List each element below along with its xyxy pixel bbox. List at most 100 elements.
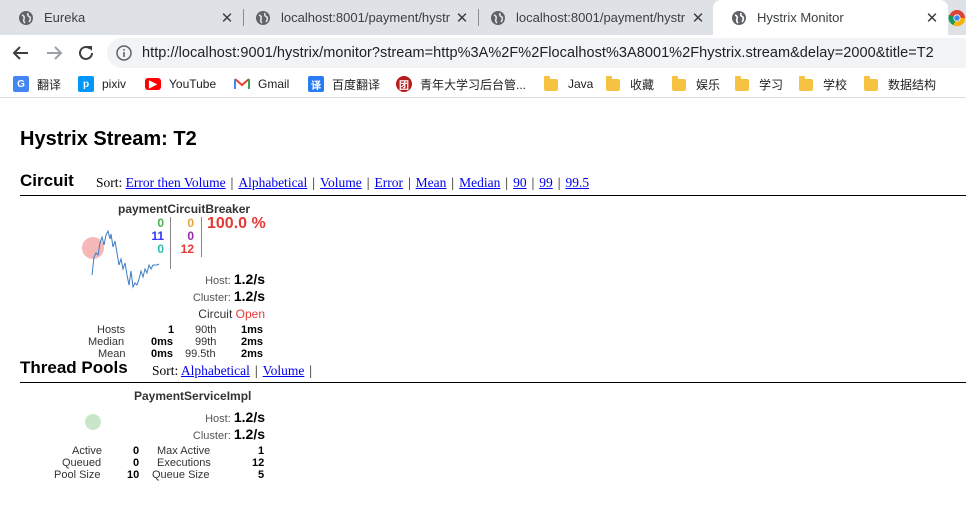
thread-pool-name: PaymentServiceImpl [134, 389, 252, 403]
tab-eureka[interactable]: Eureka ✕ [0, 0, 243, 35]
tab-payment-hystrix-2[interactable]: localhost:8001/payment/hystr ✕ [472, 0, 714, 35]
failure-count: 12 [180, 242, 194, 256]
folder-icon [672, 76, 686, 91]
sort-divider: | [366, 175, 370, 190]
bookmark-label: 娱乐 [696, 77, 721, 92]
bookmark-folder-java[interactable]: Java [544, 75, 593, 93]
sort-label: Sort: [152, 363, 179, 378]
queue-size-label: Queue Size [152, 469, 210, 481]
median-value: 0ms [151, 336, 174, 348]
sort-divider: | [230, 175, 234, 190]
close-tab-icon[interactable]: ✕ [924, 10, 940, 27]
p995-value: 2ms [241, 348, 264, 357]
sort-median-link[interactable]: Median [459, 175, 500, 190]
bad-request-count: 0 [157, 242, 164, 256]
folder-icon [606, 76, 620, 91]
sort-divider: | [309, 363, 313, 378]
tab-hystrix-monitor[interactable]: Hystrix Monitor ✕ [713, 0, 948, 35]
queued-label: Queued [62, 457, 102, 469]
sort-alphabetical-link[interactable]: Alphabetical [238, 175, 307, 190]
tab-title: localhost:8001/payment/hystr [516, 10, 686, 25]
bookmark-label: 青年大学习后台管... [420, 77, 527, 92]
section-divider [20, 382, 966, 383]
bookmark-label: 翻译 [37, 77, 62, 92]
section-divider [20, 195, 966, 196]
hystrix-dashboard: Hystrix Stream: T2 Circuit Sort: Error t… [0, 99, 966, 522]
close-tab-icon[interactable]: ✕ [690, 10, 706, 27]
tab-title: Hystrix Monitor [757, 10, 844, 25]
sort-alphabetical-link[interactable]: Alphabetical [181, 363, 250, 378]
active-label: Active [72, 445, 102, 457]
executions-label: Executions [157, 457, 211, 469]
bookmark-folder-school[interactable]: 学校 [799, 75, 847, 93]
error-rate: 100.0 % [207, 215, 266, 232]
cluster-rate-row: Cluster: 1.2/s [193, 288, 265, 304]
youth-league-icon: 团 [396, 76, 412, 92]
sort-error-link[interactable]: Error [374, 175, 402, 190]
google-translate-icon: G [13, 76, 29, 92]
close-tab-icon[interactable]: ✕ [219, 10, 235, 27]
bookmark-folder-study[interactable]: 学习 [735, 75, 783, 93]
close-tab-icon[interactable]: ✕ [454, 10, 470, 27]
bookmark-label: 学校 [823, 77, 848, 92]
bookmark-label: Java [568, 77, 594, 91]
cluster-label: Cluster: [192, 292, 231, 304]
sort-99-5-link[interactable]: 99.5 [565, 175, 589, 190]
sort-error-then-volume-link[interactable]: Error then Volume [126, 175, 226, 190]
sort-volume-link[interactable]: Volume [320, 175, 362, 190]
sort-divider: | [254, 363, 258, 378]
hosts-label: Hosts [97, 324, 126, 336]
reload-button[interactable] [72, 39, 100, 67]
circuit-sort-bar: Sort: Error then Volume | Alphabetical | Vol… [96, 175, 589, 191]
mean-value: 0ms [151, 348, 174, 357]
bookmark-folder-data-structures[interactable]: 数据结构 [864, 75, 936, 93]
tab-title: localhost:8001/payment/hystr [281, 10, 451, 25]
chrome-icon[interactable] [948, 9, 966, 27]
bookmark-baidu-translate[interactable]: 译 百度翻译 [308, 75, 380, 93]
circuit-status: Open [235, 307, 265, 321]
queued-value: 0 [133, 457, 140, 469]
bookmark-pixiv[interactable]: p pixiv [78, 75, 126, 93]
host-label: Host: [205, 413, 231, 425]
browser-toolbar: http://localhost:9001/hystrix/monitor?st… [0, 35, 966, 71]
latency-stats: Hosts 1 90th 1ms Median 0ms 99th 2ms Mea… [0, 321, 300, 357]
globe-icon [732, 10, 746, 25]
sort-90-link[interactable]: 90 [513, 175, 527, 190]
tp-host-rate-row: Host: 1.2/s [205, 409, 265, 425]
address-bar[interactable]: http://localhost:9001/hystrix/monitor?st… [107, 38, 966, 68]
sort-volume-link[interactable]: Volume [263, 363, 305, 378]
tp-cluster-rate-row: Cluster: 1.2/s [193, 426, 265, 442]
count-divider [170, 217, 171, 269]
bookmark-folder-entertainment[interactable]: 娱乐 [672, 75, 720, 93]
thread-pools-heading: Thread Pools [20, 358, 128, 377]
sort-divider: | [505, 175, 509, 190]
tab-title: Eureka [44, 10, 86, 25]
gmail-icon [234, 78, 250, 89]
sort-divider: | [557, 175, 561, 190]
sort-mean-link[interactable]: Mean [416, 175, 447, 190]
pool-size-label: Pool Size [54, 469, 101, 481]
bookmark-folder-favorites[interactable]: 收藏 [606, 75, 654, 93]
page-title: Hystrix Stream: T2 [20, 128, 197, 150]
back-button[interactable] [7, 39, 35, 67]
folder-icon [735, 76, 749, 91]
bookmark-gmail[interactable]: Gmail [234, 75, 289, 93]
tab-payment-hystrix-1[interactable]: localhost:8001/payment/hystr ✕ [237, 0, 478, 35]
thread-pool-health-bubble [85, 414, 101, 430]
hosts-value: 1 [168, 324, 175, 336]
p99-label: 99th [195, 336, 217, 348]
cluster-label: Cluster: [192, 430, 231, 442]
bookmark-translate[interactable]: G 翻译 [13, 75, 61, 93]
rejected-count: 0 [187, 229, 194, 243]
bookmark-youth-study[interactable]: 团 青年大学习后台管... [396, 75, 526, 93]
queue-size-value: 5 [258, 469, 265, 481]
short-circuited-count: 11 [151, 229, 164, 243]
url-text[interactable]: http://localhost:9001/hystrix/monitor?st… [142, 45, 934, 61]
bookmark-youtube[interactable]: ▶ YouTube [145, 75, 216, 93]
sort-99-link[interactable]: 99 [539, 175, 553, 190]
folder-icon [544, 76, 558, 91]
info-icon[interactable] [116, 45, 132, 61]
active-value: 0 [133, 445, 140, 457]
forward-button[interactable] [40, 39, 68, 67]
p90-label: 90th [195, 324, 217, 336]
